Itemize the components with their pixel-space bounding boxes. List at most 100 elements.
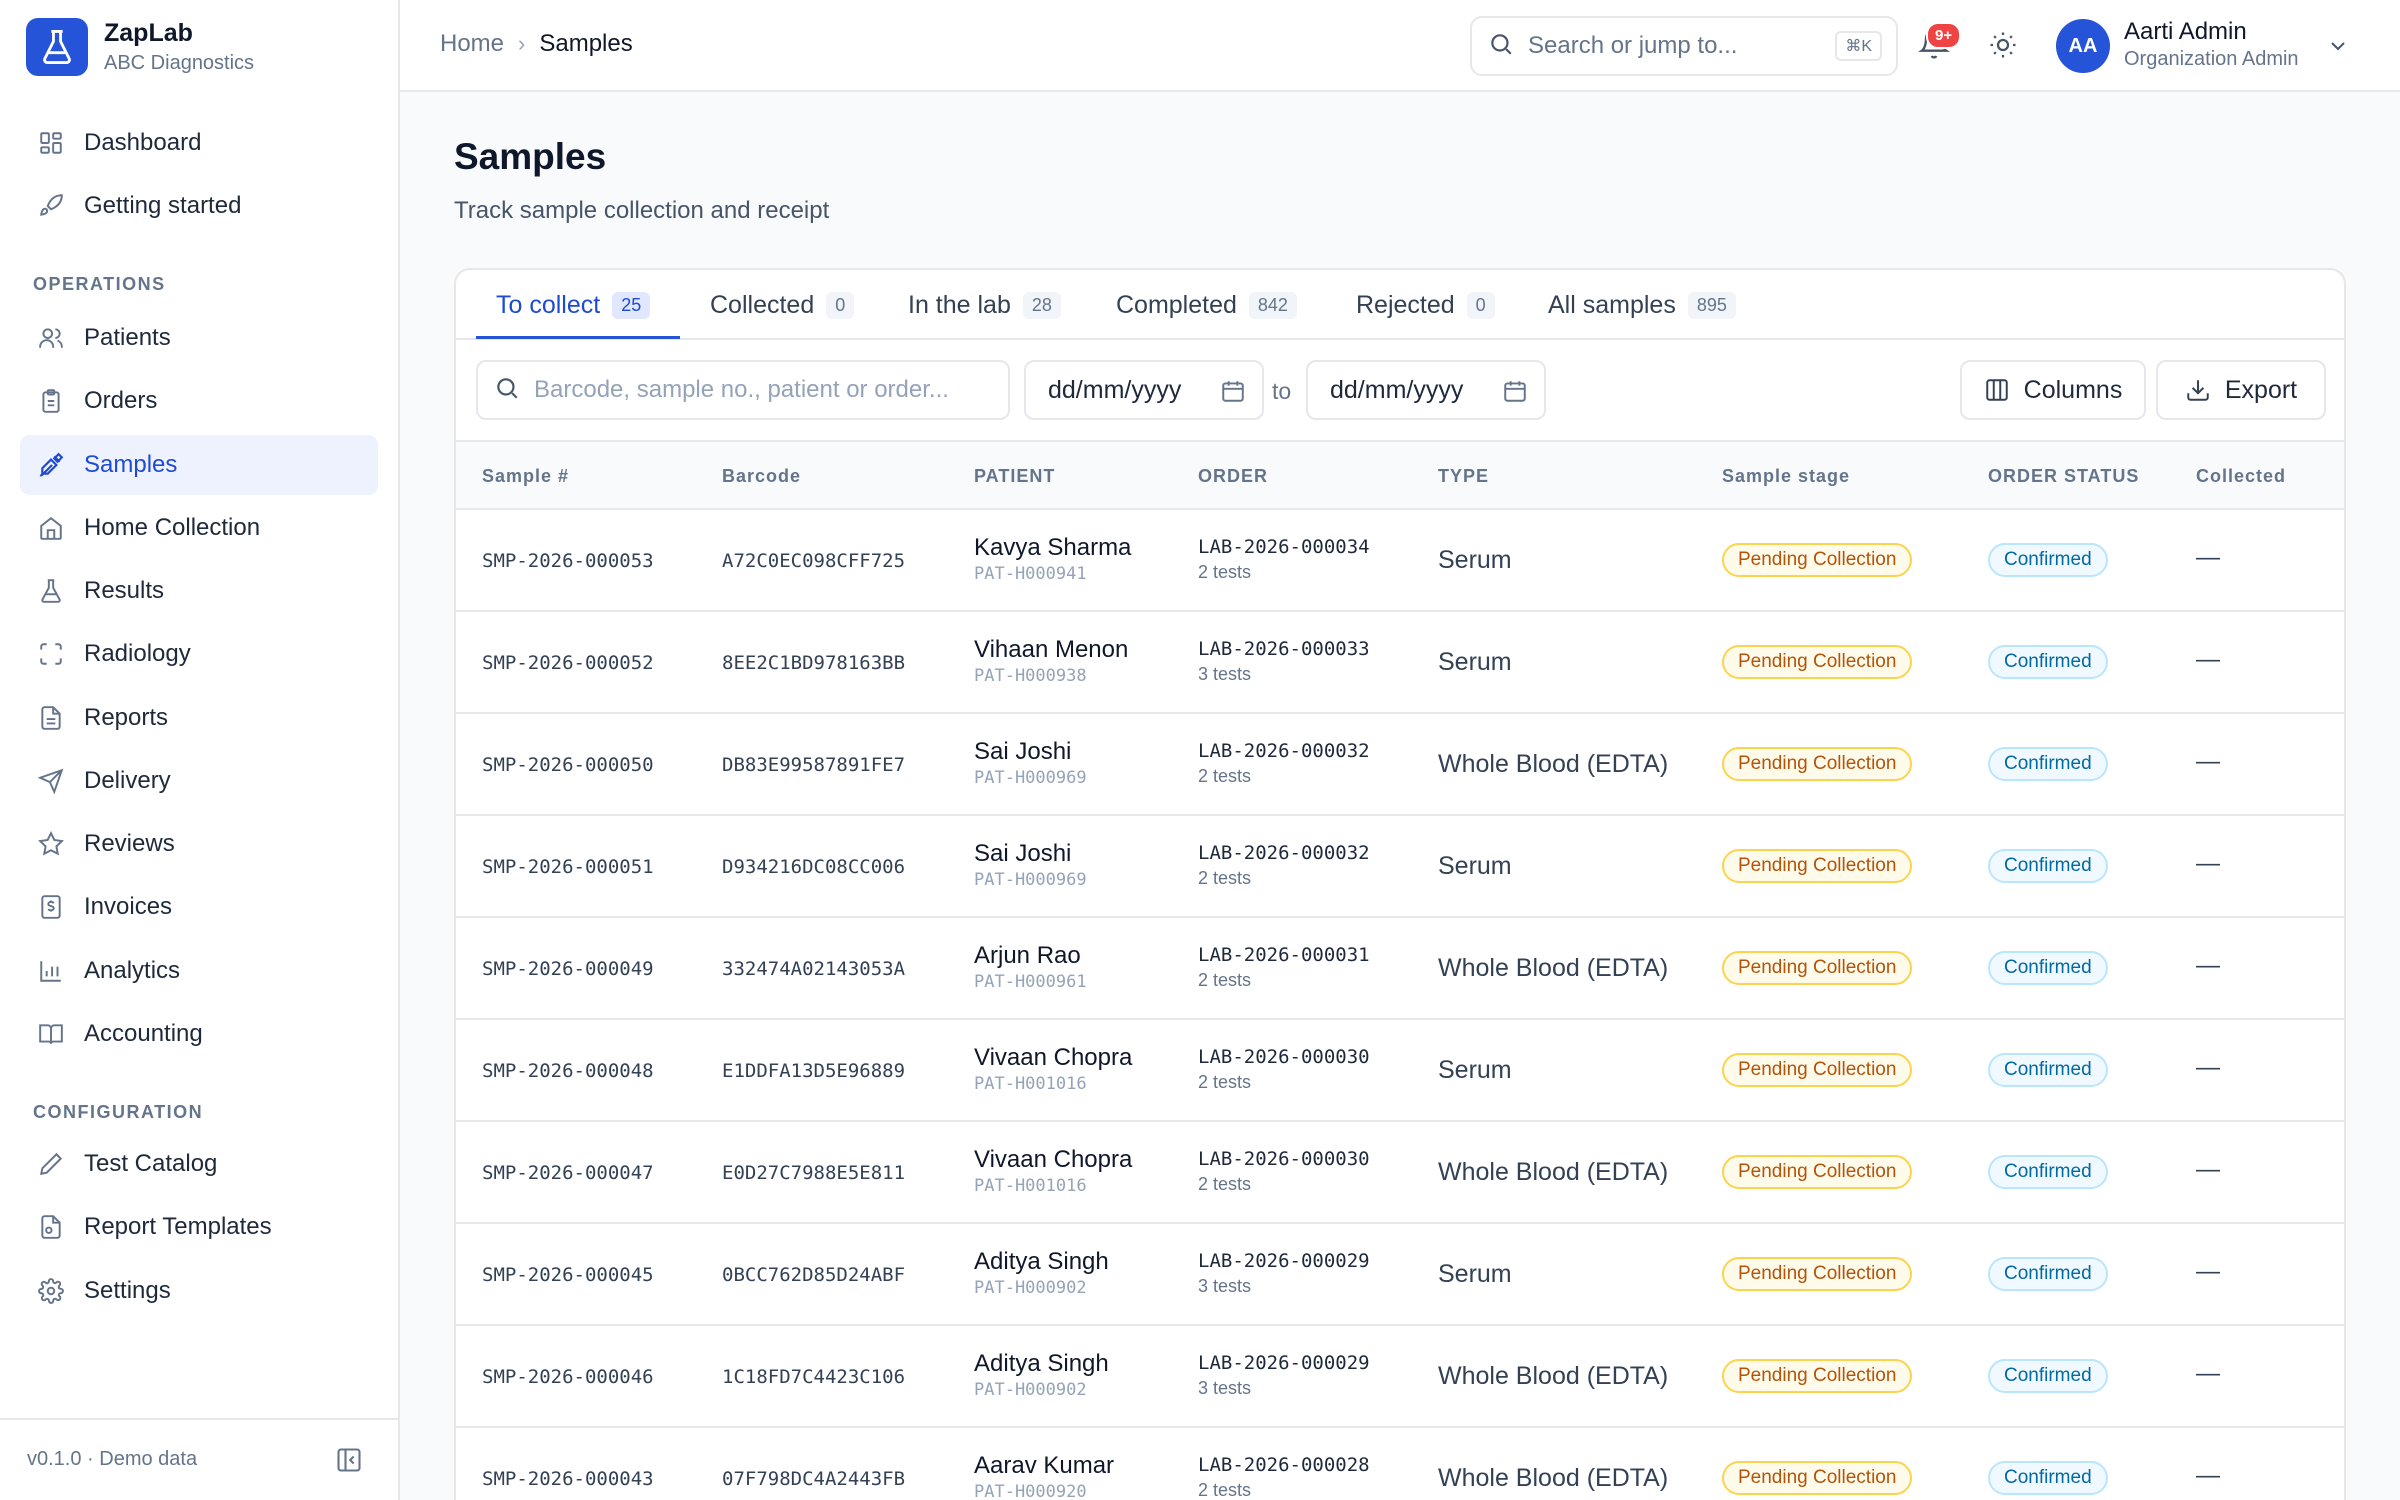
- sidebar-item-radiology[interactable]: Radiology: [20, 624, 378, 684]
- sidebar-item-results[interactable]: Results: [20, 561, 378, 621]
- version-label: v0.1.0 · Demo data: [27, 1448, 198, 1470]
- sample-search-input[interactable]: Barcode, sample no., patient or order...: [476, 360, 1010, 420]
- column-header-stage[interactable]: Sample stage: [1722, 466, 1850, 487]
- sidebar-item-patients[interactable]: Patients: [20, 308, 378, 368]
- sidebar-item-report-templates[interactable]: Report Templates: [20, 1197, 378, 1257]
- order-number[interactable]: LAB-2026-000030: [1198, 1148, 1370, 1170]
- table-row[interactable]: SMP-2026-000053 A72C0EC098CFF725 Kavya Sha…: [456, 510, 2344, 612]
- order-number[interactable]: LAB-2026-000029: [1198, 1250, 1370, 1272]
- status-badge: Confirmed: [1988, 1155, 2108, 1189]
- test-count: 3 tests: [1198, 1276, 1252, 1296]
- global-search-input[interactable]: Search or jump to... ⌘K: [1470, 16, 1898, 76]
- sidebar-item-test-catalog[interactable]: Test Catalog: [20, 1134, 378, 1194]
- table-row[interactable]: SMP-2026-000043 07F798DC4A2443FB Aarav Kum…: [456, 1428, 2344, 1500]
- table-row[interactable]: SMP-2026-000048 E1DDFA13D5E96889 Vivaan Ch…: [456, 1020, 2344, 1122]
- order-number[interactable]: LAB-2026-000029: [1198, 1352, 1370, 1374]
- sidebar-item-home-collection[interactable]: Home Collection: [20, 498, 378, 558]
- patient-name[interactable]: Sai Joshi: [974, 840, 1071, 868]
- user-name[interactable]: Aarti Admin: [2124, 18, 2247, 46]
- sidebar-item-settings[interactable]: Settings: [20, 1261, 378, 1321]
- sidebar-item-label: Home Collection: [84, 514, 261, 541]
- column-header-patient[interactable]: PATIENT: [974, 466, 1055, 487]
- order-number[interactable]: LAB-2026-000030: [1198, 1046, 1370, 1068]
- sidebar-item-reports[interactable]: Reports: [20, 688, 378, 748]
- table-row[interactable]: SMP-2026-000052 8EE2C1BD978163BB Vihaan Me…: [456, 612, 2344, 714]
- column-header-type[interactable]: TYPE: [1438, 466, 1489, 487]
- collapse-sidebar-icon[interactable]: [335, 1446, 363, 1474]
- sidebar-item-getting-started[interactable]: Getting started: [20, 176, 378, 236]
- order-number[interactable]: LAB-2026-000033: [1198, 638, 1370, 660]
- chevron-down-icon[interactable]: [2326, 34, 2350, 58]
- sidebar-item-invoices[interactable]: Invoices: [20, 877, 378, 937]
- order-number[interactable]: LAB-2026-000031: [1198, 944, 1370, 966]
- date-to-input[interactable]: dd/mm/yyyy: [1306, 360, 1546, 420]
- patient-name[interactable]: Kavya Sharma: [974, 534, 1131, 562]
- tab-completed[interactable]: Completed 842: [1116, 270, 1297, 340]
- table-row[interactable]: SMP-2026-000047 E0D27C7988E5E811 Vivaan Ch…: [456, 1122, 2344, 1224]
- column-header-barcode[interactable]: Barcode: [722, 466, 801, 487]
- sidebar-item-accounting[interactable]: Accounting: [20, 1004, 378, 1064]
- table-row[interactable]: SMP-2026-000046 1C18FD7C4423C106 Aditya Si…: [456, 1326, 2344, 1428]
- patient-name[interactable]: Aditya Singh: [974, 1350, 1109, 1378]
- patient-name[interactable]: Vihaan Menon: [974, 636, 1128, 664]
- sample-type: Whole Blood (EDTA): [1438, 1362, 1669, 1390]
- export-button[interactable]: Export: [2156, 360, 2326, 420]
- tab-rejected[interactable]: Rejected 0: [1356, 270, 1495, 340]
- barcode: E0D27C7988E5E811: [722, 1162, 906, 1184]
- tab-count: 0: [1466, 291, 1495, 319]
- column-header-sample[interactable]: Sample #: [482, 466, 569, 487]
- column-header-collected[interactable]: Collected: [2196, 466, 2286, 487]
- column-header-status[interactable]: ORDER STATUS: [1988, 466, 2139, 487]
- sidebar-item-dashboard[interactable]: Dashboard: [20, 113, 378, 173]
- table-row[interactable]: SMP-2026-000045 0BCC762D85D24ABF Aditya Si…: [456, 1224, 2344, 1326]
- sidebar-item-label: Reviews: [84, 830, 175, 857]
- patient-name[interactable]: Vivaan Chopra: [974, 1146, 1132, 1174]
- sidebar-item-reviews[interactable]: Reviews: [20, 814, 378, 874]
- table-row[interactable]: SMP-2026-000049 332474A02143053A Arjun Rao…: [456, 918, 2344, 1020]
- calendar-icon[interactable]: [1502, 378, 1528, 404]
- test-count: 3 tests: [1198, 664, 1252, 684]
- sample-search-placeholder: Barcode, sample no., patient or order...: [534, 376, 949, 403]
- brand[interactable]: ZapLab ABC Diagnostics: [26, 18, 254, 76]
- order-number[interactable]: LAB-2026-000032: [1198, 842, 1370, 864]
- patient-name[interactable]: Sai Joshi: [974, 738, 1071, 766]
- tab-label: In the lab: [908, 290, 1011, 319]
- patient-name[interactable]: Aarav Kumar: [974, 1452, 1114, 1480]
- column-header-order[interactable]: ORDER: [1198, 466, 1268, 487]
- tab-label: Collected: [710, 290, 815, 319]
- brand-org: ABC Diagnostics: [104, 52, 255, 74]
- columns-button[interactable]: Columns: [1960, 360, 2146, 420]
- sample-number: SMP-2026-000049: [482, 958, 654, 980]
- table-row[interactable]: SMP-2026-000050 DB83E99587891FE7 Sai Joshi…: [456, 714, 2344, 816]
- avatar[interactable]: AA: [2056, 19, 2110, 73]
- patient-name[interactable]: Arjun Rao: [974, 942, 1081, 970]
- order-number[interactable]: LAB-2026-000032: [1198, 740, 1370, 762]
- patient-name[interactable]: Aditya Singh: [974, 1248, 1109, 1276]
- sidebar-item-orders[interactable]: Orders: [20, 371, 378, 431]
- test-count: 2 tests: [1198, 1072, 1252, 1092]
- sidebar-item-analytics[interactable]: Analytics: [20, 941, 378, 1001]
- table-row[interactable]: SMP-2026-000051 D934216DC08CC006 Sai Joshi…: [456, 816, 2344, 918]
- order-number[interactable]: LAB-2026-000028: [1198, 1454, 1370, 1476]
- patient-name[interactable]: Vivaan Chopra: [974, 1044, 1132, 1072]
- tab-in-the-lab[interactable]: In the lab 28: [908, 270, 1061, 340]
- export-label: Export: [2224, 375, 2298, 404]
- collected-value: —: [2196, 952, 2220, 979]
- tab-to-collect[interactable]: To collect 25: [496, 270, 651, 340]
- calendar-icon[interactable]: [1220, 378, 1246, 404]
- sun-icon[interactable]: [1988, 30, 2020, 62]
- sample-number: SMP-2026-000046: [482, 1366, 654, 1388]
- barcode: 1C18FD7C4423C106: [722, 1366, 906, 1388]
- table-header: Sample # Barcode PATIENT ORDER TYPE Samp…: [456, 442, 2344, 510]
- sidebar-item-delivery[interactable]: Delivery: [20, 751, 378, 811]
- patient-id: PAT-H000941: [974, 564, 1087, 584]
- sample-type: Whole Blood (EDTA): [1438, 954, 1669, 982]
- status-badge: Confirmed: [1988, 1461, 2108, 1495]
- order-number[interactable]: LAB-2026-000034: [1198, 536, 1370, 558]
- stage-badge: Pending Collection: [1722, 951, 1913, 985]
- sidebar-item-samples[interactable]: Samples: [20, 435, 378, 495]
- date-from-input[interactable]: dd/mm/yyyy: [1024, 360, 1264, 420]
- tab-all-samples[interactable]: All samples 895: [1548, 270, 1736, 340]
- tab-collected[interactable]: Collected 0: [710, 270, 855, 340]
- breadcrumb-home[interactable]: Home: [440, 30, 504, 58]
